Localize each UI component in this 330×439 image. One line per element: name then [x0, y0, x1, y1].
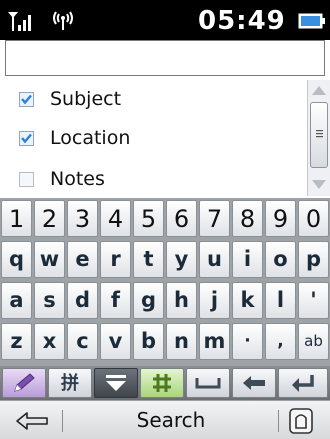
key-n[interactable]: n	[166, 323, 197, 360]
list-scrollbar[interactable]	[307, 80, 330, 196]
key-v[interactable]: v	[100, 323, 131, 360]
key-g[interactable]: g	[133, 282, 164, 319]
key-p[interactable]: p	[298, 241, 329, 278]
clock-time: 05:49	[198, 6, 286, 36]
status-bar: 05:49	[0, 0, 330, 40]
key-1[interactable]: 1	[1, 200, 32, 237]
search-softkey[interactable]: Search	[96, 403, 246, 437]
option-subject[interactable]: Subject	[5, 80, 307, 118]
scroll-up-arrow-icon[interactable]	[311, 84, 327, 96]
signal-strength-icon	[8, 12, 31, 31]
key-9[interactable]: 9	[265, 200, 296, 237]
key-6[interactable]: 6	[166, 200, 197, 237]
key-y[interactable]: y	[166, 241, 197, 278]
key-ab-mode[interactable]: ab	[298, 323, 329, 360]
divider	[62, 410, 63, 432]
key-k[interactable]: k	[232, 282, 263, 319]
symbols-button[interactable]	[140, 368, 184, 398]
hash-icon	[153, 374, 171, 392]
key-h[interactable]: h	[166, 282, 197, 319]
pinyin-input-button[interactable]: 拼	[48, 368, 92, 398]
search-input[interactable]	[5, 40, 325, 76]
key-a[interactable]: a	[1, 282, 32, 319]
key-z[interactable]: z	[1, 323, 32, 360]
option-notes[interactable]: Notes	[5, 160, 307, 198]
divider	[278, 410, 279, 432]
key-j[interactable]: j	[199, 282, 230, 319]
option-label: Location	[50, 127, 131, 149]
back-arrow-icon[interactable]	[14, 410, 54, 432]
key-r[interactable]: r	[100, 241, 131, 278]
enter-arrow-icon	[292, 375, 314, 392]
keyboard-toolbar: 拼	[0, 366, 330, 400]
search-field-options-list: Subject Location Notes	[5, 80, 307, 196]
key-5[interactable]: 5	[133, 200, 164, 237]
scroll-down-arrow-icon[interactable]	[311, 179, 327, 191]
key-8[interactable]: 8	[232, 200, 263, 237]
checkbox-notes[interactable]	[19, 172, 34, 187]
grip-icon	[316, 130, 323, 138]
bottom-softkey-bar: Search	[0, 400, 330, 439]
pen-icon	[14, 373, 35, 392]
key-apostrophe[interactable]: '	[298, 282, 329, 319]
key-f[interactable]: f	[100, 282, 131, 319]
key-w[interactable]: w	[34, 241, 65, 278]
pinyin-label: 拼	[61, 373, 79, 394]
key-0[interactable]: 0	[298, 200, 329, 237]
backspace-button[interactable]	[232, 368, 276, 398]
key-q[interactable]: q	[1, 241, 32, 278]
option-label: Subject	[50, 88, 122, 110]
checkbox-location[interactable]	[19, 131, 34, 146]
key-o[interactable]: o	[265, 241, 296, 278]
key-s[interactable]: s	[34, 282, 65, 319]
key-comma[interactable]: ,	[265, 323, 296, 360]
key-m[interactable]: m	[199, 323, 230, 360]
checkmark-icon	[21, 94, 32, 105]
key-d[interactable]: d	[67, 282, 98, 319]
wireless-icon	[53, 11, 73, 30]
keyboard-down-icon	[106, 375, 126, 391]
key-b[interactable]: b	[133, 323, 164, 360]
backspace-arrow-icon	[243, 376, 265, 390]
scroll-thumb[interactable]	[310, 102, 328, 168]
key-7[interactable]: 7	[199, 200, 230, 237]
keyboard-hide-button[interactable]	[94, 368, 138, 398]
key-e[interactable]: e	[67, 241, 98, 278]
key-x[interactable]: x	[34, 323, 65, 360]
handwriting-button[interactable]	[2, 368, 46, 398]
battery-icon	[298, 13, 325, 29]
key-2[interactable]: 2	[34, 200, 65, 237]
key-u[interactable]: u	[199, 241, 230, 278]
option-location[interactable]: Location	[5, 119, 307, 157]
key-4[interactable]: 4	[100, 200, 131, 237]
enter-button[interactable]	[278, 368, 328, 398]
key-c[interactable]: c	[67, 323, 98, 360]
on-screen-keyboard: 1 2 3 4 5 6 7 8 9 0 q w e r t y u i o p …	[0, 198, 330, 366]
space-icon	[195, 378, 221, 389]
checkbox-subject[interactable]	[19, 92, 34, 107]
key-t[interactable]: t	[133, 241, 164, 278]
key-l[interactable]: l	[265, 282, 296, 319]
space-button[interactable]	[186, 368, 230, 398]
key-3[interactable]: 3	[67, 200, 98, 237]
key-i[interactable]: i	[232, 241, 263, 278]
checkmark-icon	[21, 133, 32, 144]
home-icon[interactable]	[288, 407, 314, 435]
option-label: Notes	[50, 168, 105, 190]
key-middle-dot[interactable]: ·	[232, 323, 263, 360]
